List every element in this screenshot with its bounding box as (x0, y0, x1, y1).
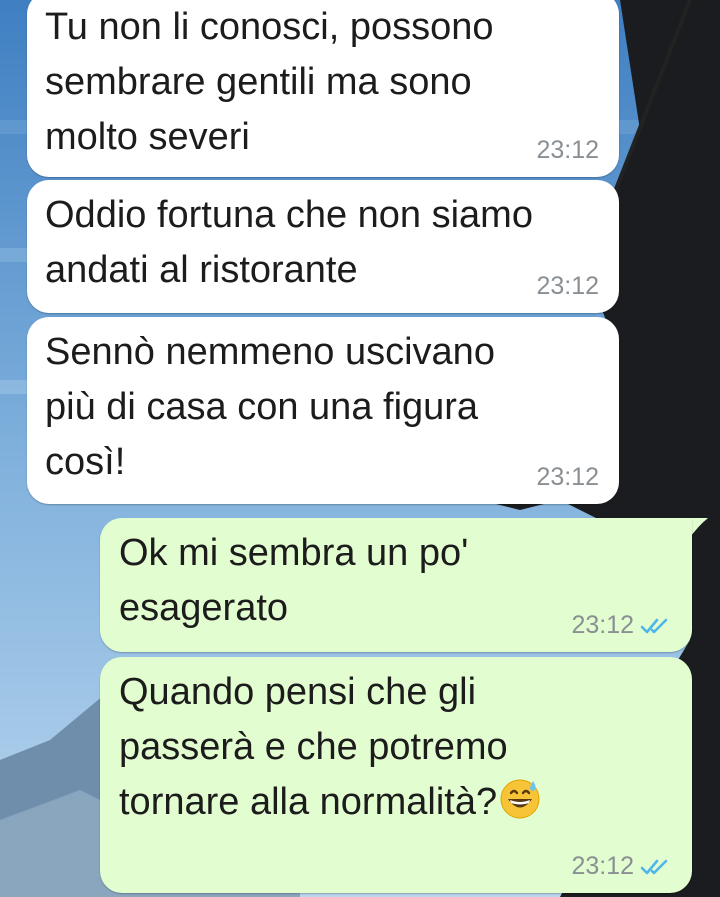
grinning-face-with-sweat-emoji (500, 779, 540, 819)
message-bubble-incoming[interactable]: Tu non li conosci, possono sembrare gent… (27, 0, 619, 177)
message-timestamp: 23:12 (571, 852, 634, 880)
message-meta: 23:12 (536, 463, 599, 492)
message-timestamp: 23:12 (536, 463, 599, 491)
message-bubble-outgoing[interactable]: Ok mi sembra un po' esagerato 23:12 (100, 518, 692, 652)
message-meta: 23:12 (571, 852, 672, 881)
message-timestamp: 23:12 (571, 611, 634, 639)
message-text: Sennò nemmeno uscivano più di casa con u… (45, 331, 495, 483)
read-receipt-double-check-icon (640, 618, 668, 633)
message-text-content: Quando pensi che gli passerà e che potre… (119, 671, 508, 823)
message-bubble-incoming[interactable]: Sennò nemmeno uscivano più di casa con u… (27, 317, 619, 504)
message-text: Quando pensi che gli passerà e che potre… (119, 665, 672, 830)
message-text: Oddio fortuna che non siamo andati al ri… (45, 194, 533, 291)
message-bubble-outgoing[interactable]: Quando pensi che gli passerà e che potre… (100, 657, 692, 893)
message-meta: 23:12 (536, 272, 599, 301)
message-meta: 23:12 (536, 136, 599, 165)
message-bubble-incoming[interactable]: Oddio fortuna che non siamo andati al ri… (27, 180, 619, 313)
message-timestamp: 23:12 (536, 272, 599, 300)
message-timestamp: 23:12 (536, 136, 599, 164)
message-text: Tu non li conosci, possono sembrare gent… (45, 6, 494, 158)
message-meta: 23:12 (571, 611, 672, 640)
read-receipt-double-check-icon (640, 859, 668, 874)
